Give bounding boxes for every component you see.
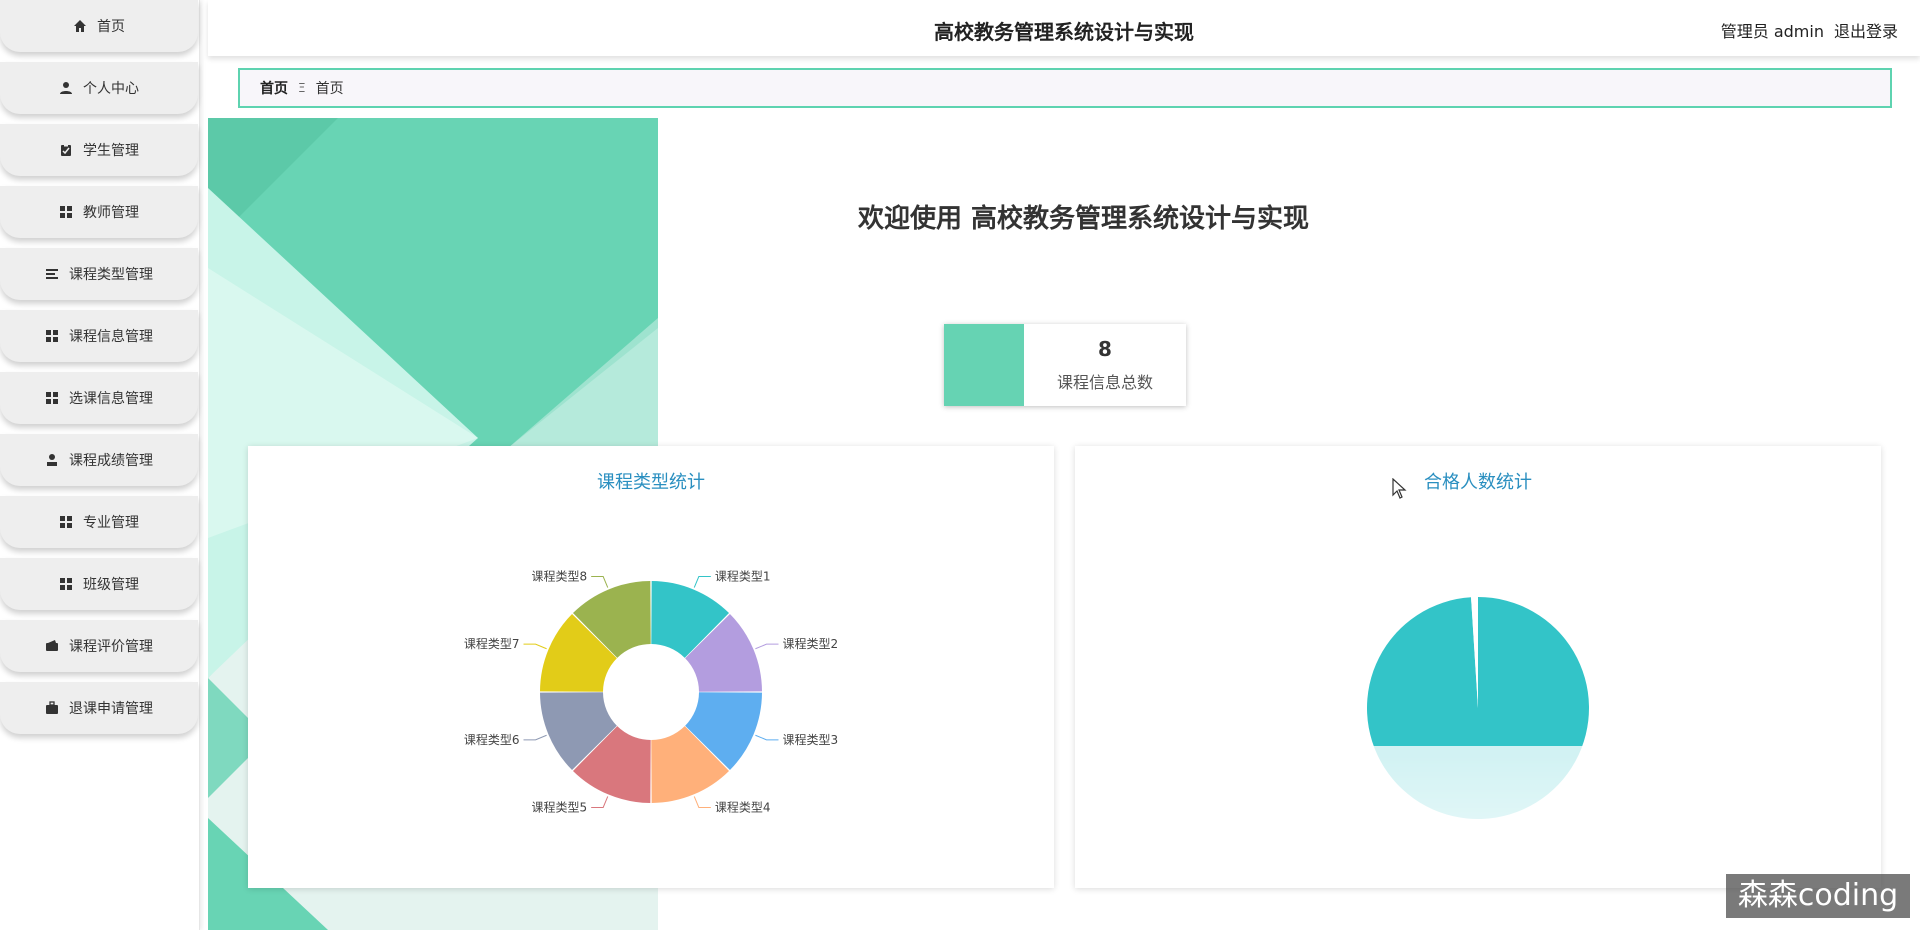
mouse-cursor-icon [1392, 478, 1407, 499]
donut-slice-label: 课程类型7 [464, 636, 520, 651]
sidebar-item[interactable]: 退课申请管理 [0, 682, 198, 734]
donut-slice-label: 课程类型3 [782, 732, 838, 747]
sidebar-item-label: 学生管理 [83, 143, 139, 159]
sidebar: 首页个人中心学生管理教师管理课程类型管理 课程信息管理 选课信息管理 课程成绩管理 专业… [0, 0, 200, 930]
person-icon [59, 81, 73, 95]
logout-link[interactable]: 退出登录 [1834, 18, 1898, 42]
pass-count-chart-card: 合格人数统计 [1075, 446, 1881, 888]
sidebar-item-label: 选课信息管理 [69, 391, 153, 407]
stat-label: 课程信息总数 [1056, 373, 1153, 392]
donut-label-line [591, 576, 609, 588]
course-type-donut-chart: 课程类型1 课程类型2 课程类型3 课程类型4 课程类型5 课程类型6 课程类型7 课程类型8 [464, 569, 838, 815]
sidebar-item-label: 首页 [97, 19, 125, 35]
sidebar-item[interactable]: 课程评价管理 [0, 620, 198, 672]
grid-icon [59, 515, 73, 529]
donut-label-line [755, 734, 779, 741]
wallet-icon [45, 639, 59, 653]
sidebar-item[interactable]: 学生管理 [0, 124, 198, 176]
briefcase-icon [45, 701, 59, 715]
grid-icon [59, 205, 73, 219]
sidebar-item[interactable]: 个人中心 [0, 62, 198, 114]
grid-icon [45, 391, 59, 405]
blur-overlay [1345, 746, 1881, 888]
donut-label-line [523, 643, 547, 650]
sidebar-item-label: 课程成绩管理 [69, 453, 153, 469]
home-icon [73, 19, 87, 33]
donut-slice-label: 课程类型8 [532, 569, 588, 584]
sidebar-item[interactable]: 选课信息管理 [0, 372, 198, 424]
donut-slice-label: 课程类型1 [715, 569, 771, 584]
sidebar-item-label: 课程信息管理 [69, 329, 153, 345]
watermark: 森森coding [1726, 874, 1910, 918]
sidebar-item-label: 教师管理 [83, 205, 139, 221]
sidebar-item-label: 课程评价管理 [69, 639, 153, 655]
grid-icon [59, 577, 73, 591]
breadcrumb: 首页 Ξ 首页 [238, 68, 1892, 108]
welcome-heading: 欢迎使用 高校教务管理系统设计与实现 [858, 204, 1310, 234]
breadcrumb-current: 首页 [315, 81, 344, 97]
donut-label-line [523, 734, 547, 741]
breadcrumb-separator-icon: Ξ [298, 81, 306, 95]
donut-label-line [591, 796, 609, 808]
sidebar-item[interactable]: 课程信息管理 [0, 310, 198, 362]
donut-label-line [755, 643, 779, 650]
stat-color-block [944, 324, 1024, 406]
pass-count-pie-chart [1345, 597, 1881, 888]
sidebar-item-label: 退课申请管理 [69, 701, 153, 717]
user-icon [45, 453, 59, 467]
sidebar-item[interactable]: 课程类型管理 [0, 248, 198, 300]
course-type-chart-card: 课程类型统计 课程类型1 课程类型2 课程类型3 课程类型4 课程类型5 课程类型6 课程类… [248, 446, 1054, 888]
sidebar-item[interactable]: 课程成绩管理 [0, 434, 198, 486]
donut-label-line [693, 796, 711, 808]
donut-slice-label: 课程类型5 [532, 799, 588, 814]
grid-icon [45, 329, 59, 343]
clipboard-icon [59, 143, 73, 157]
top-header: 高校教务管理系统设计与实现 管理员 admin 退出登录 [208, 0, 1920, 56]
stat-card: 8 课程信息总数 [944, 324, 1186, 406]
sidebar-item-label: 课程类型管理 [69, 267, 153, 283]
stat-body: 8 课程信息总数 [1024, 324, 1186, 406]
sidebar-item-label: 专业管理 [83, 515, 139, 531]
list-icon [45, 267, 59, 281]
sidebar-item-label: 班级管理 [83, 577, 139, 593]
sidebar-item-label: 个人中心 [83, 81, 139, 97]
user-label: 管理员 admin [1720, 22, 1824, 41]
sidebar-item[interactable]: 教师管理 [0, 186, 198, 238]
stat-value: 8 [1098, 337, 1112, 361]
sidebar-item[interactable]: 班级管理 [0, 558, 198, 610]
breadcrumb-home[interactable]: 首页 [260, 78, 288, 98]
donut-slice-label: 课程类型4 [715, 799, 771, 814]
donut-label-line [693, 576, 711, 588]
donut-slice-label: 课程类型6 [464, 732, 520, 747]
sidebar-item[interactable]: 首页 [0, 0, 198, 52]
donut-slice-label: 课程类型2 [782, 636, 838, 651]
app-title: 高校教务管理系统设计与实现 [934, 20, 1194, 44]
user-area: 管理员 admin 退出登录 [1721, 18, 1898, 42]
sidebar-item[interactable]: 专业管理 [0, 496, 198, 548]
